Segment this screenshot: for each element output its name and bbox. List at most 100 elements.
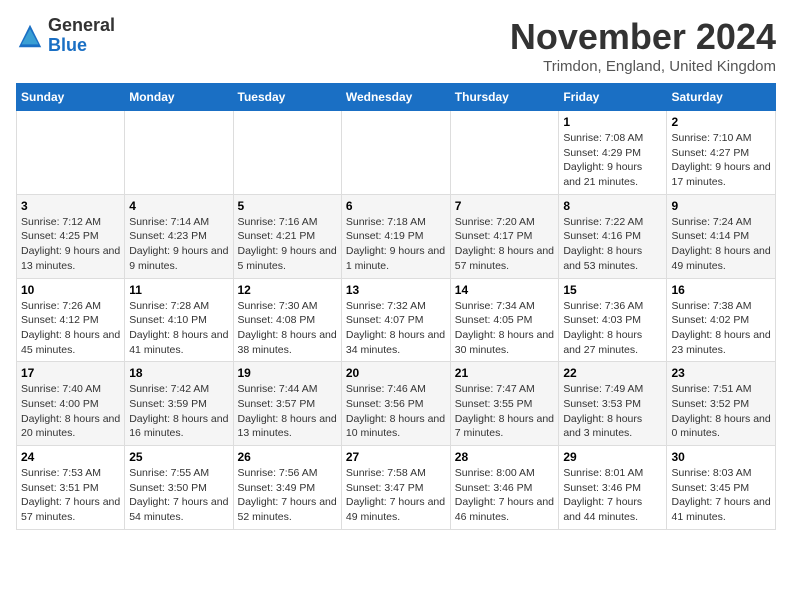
day-info: Sunrise: 7:30 AM Sunset: 4:08 PM Dayligh…	[238, 299, 337, 358]
calendar-cell	[341, 111, 450, 195]
column-header-thursday: Thursday	[450, 84, 559, 111]
week-row-4: 17 Sunrise: 7:40 AM Sunset: 4:00 PM Dayli…	[17, 362, 776, 446]
day-info: Sunrise: 7:58 AM Sunset: 3:47 PM Dayligh…	[346, 466, 446, 525]
day-number: 24	[21, 450, 120, 464]
logo: General Blue	[16, 16, 115, 56]
calendar-cell: 19 Sunrise: 7:44 AM Sunset: 3:57 PM Dayli…	[233, 362, 341, 446]
calendar-cell: 14Sunrise: 7:34 AM Sunset: 4:05 PM Dayli…	[450, 278, 559, 362]
calendar-cell: 13 Sunrise: 7:32 AM Sunset: 4:07 PM Dayli…	[341, 278, 450, 362]
calendar-cell: 27 Sunrise: 7:58 AM Sunset: 3:47 PM Dayli…	[341, 446, 450, 530]
day-number: 25	[129, 450, 228, 464]
day-info: Sunrise: 7:36 AM Sunset: 4:03 PM Dayligh…	[563, 299, 662, 358]
month-title: November 2024	[510, 16, 776, 58]
day-info: Sunrise: 7:12 AM Sunset: 4:25 PM Dayligh…	[21, 215, 120, 274]
location-subtitle: Trimdon, England, United Kingdom	[510, 58, 776, 75]
day-info: Sunrise: 7:24 AM Sunset: 4:14 PM Dayligh…	[671, 215, 771, 274]
day-number: 15	[563, 283, 662, 297]
day-number: 16	[671, 283, 771, 297]
calendar-cell: 9 Sunrise: 7:24 AM Sunset: 4:14 PM Daylig…	[667, 194, 776, 278]
day-number: 5	[238, 199, 337, 213]
day-number: 12	[238, 283, 337, 297]
calendar-cell: 2 Sunrise: 7:10 AM Sunset: 4:27 PM Daylig…	[667, 111, 776, 195]
calendar-cell: 25 Sunrise: 7:55 AM Sunset: 3:50 PM Dayli…	[125, 446, 233, 530]
day-number: 2	[671, 115, 771, 129]
title-block: November 2024 Trimdon, England, United K…	[510, 16, 776, 75]
day-info: Sunrise: 7:47 AM Sunset: 3:55 PM Dayligh…	[455, 382, 555, 441]
day-number: 10	[21, 283, 120, 297]
day-number: 26	[238, 450, 337, 464]
calendar-cell: 23Sunrise: 7:51 AM Sunset: 3:52 PM Dayli…	[667, 362, 776, 446]
calendar-header: SundayMondayTuesdayWednesdayThursdayFrid…	[17, 84, 776, 111]
day-info: Sunrise: 7:08 AM Sunset: 4:29 PM Dayligh…	[563, 131, 662, 190]
day-info: Sunrise: 7:51 AM Sunset: 3:52 PM Dayligh…	[671, 382, 771, 441]
day-info: Sunrise: 7:49 AM Sunset: 3:53 PM Dayligh…	[563, 382, 662, 441]
column-header-tuesday: Tuesday	[233, 84, 341, 111]
day-number: 21	[455, 366, 555, 380]
calendar-table: SundayMondayTuesdayWednesdayThursdayFrid…	[16, 83, 776, 530]
day-number: 8	[563, 199, 662, 213]
day-info: Sunrise: 7:14 AM Sunset: 4:23 PM Dayligh…	[129, 215, 228, 274]
calendar-cell: 29Sunrise: 8:01 AM Sunset: 3:46 PM Dayli…	[559, 446, 667, 530]
column-header-friday: Friday	[559, 84, 667, 111]
calendar-cell: 5Sunrise: 7:16 AM Sunset: 4:21 PM Daylig…	[233, 194, 341, 278]
calendar-cell: 10 Sunrise: 7:26 AM Sunset: 4:12 PM Dayli…	[17, 278, 125, 362]
day-info: Sunrise: 7:10 AM Sunset: 4:27 PM Dayligh…	[671, 131, 771, 190]
day-info: Sunrise: 7:46 AM Sunset: 3:56 PM Dayligh…	[346, 382, 446, 441]
column-header-saturday: Saturday	[667, 84, 776, 111]
logo-general-text: General	[48, 15, 115, 35]
day-info: Sunrise: 7:56 AM Sunset: 3:49 PM Dayligh…	[238, 466, 337, 525]
calendar-cell: 17 Sunrise: 7:40 AM Sunset: 4:00 PM Dayli…	[17, 362, 125, 446]
day-info: Sunrise: 7:26 AM Sunset: 4:12 PM Dayligh…	[21, 299, 120, 358]
calendar-cell: 15 Sunrise: 7:36 AM Sunset: 4:03 PM Dayli…	[559, 278, 667, 362]
calendar-cell: 7Sunrise: 7:20 AM Sunset: 4:17 PM Daylig…	[450, 194, 559, 278]
column-header-monday: Monday	[125, 84, 233, 111]
day-info: Sunrise: 7:28 AM Sunset: 4:10 PM Dayligh…	[129, 299, 228, 358]
day-number: 6	[346, 199, 446, 213]
week-row-2: 3 Sunrise: 7:12 AM Sunset: 4:25 PM Daylig…	[17, 194, 776, 278]
day-info: Sunrise: 7:42 AM Sunset: 3:59 PM Dayligh…	[129, 382, 228, 441]
calendar-cell: 3 Sunrise: 7:12 AM Sunset: 4:25 PM Daylig…	[17, 194, 125, 278]
day-number: 17	[21, 366, 120, 380]
day-info: Sunrise: 7:22 AM Sunset: 4:16 PM Dayligh…	[563, 215, 662, 274]
calendar-cell	[17, 111, 125, 195]
calendar-cell: 28 Sunrise: 8:00 AM Sunset: 3:46 PM Dayli…	[450, 446, 559, 530]
calendar-cell: 26 Sunrise: 7:56 AM Sunset: 3:49 PM Dayli…	[233, 446, 341, 530]
day-number: 18	[129, 366, 228, 380]
logo-icon	[16, 22, 44, 50]
day-number: 29	[563, 450, 662, 464]
header-row: SundayMondayTuesdayWednesdayThursdayFrid…	[17, 84, 776, 111]
day-number: 1	[563, 115, 662, 129]
day-info: Sunrise: 7:55 AM Sunset: 3:50 PM Dayligh…	[129, 466, 228, 525]
day-number: 4	[129, 199, 228, 213]
calendar-cell: 20Sunrise: 7:46 AM Sunset: 3:56 PM Dayli…	[341, 362, 450, 446]
day-number: 13	[346, 283, 446, 297]
day-info: Sunrise: 8:03 AM Sunset: 3:45 PM Dayligh…	[671, 466, 771, 525]
week-row-3: 10 Sunrise: 7:26 AM Sunset: 4:12 PM Dayli…	[17, 278, 776, 362]
day-number: 30	[671, 450, 771, 464]
day-info: Sunrise: 7:18 AM Sunset: 4:19 PM Dayligh…	[346, 215, 446, 274]
calendar-cell	[233, 111, 341, 195]
calendar-cell: 1 Sunrise: 7:08 AM Sunset: 4:29 PM Daylig…	[559, 111, 667, 195]
day-number: 7	[455, 199, 555, 213]
day-info: Sunrise: 7:53 AM Sunset: 3:51 PM Dayligh…	[21, 466, 120, 525]
day-info: Sunrise: 8:00 AM Sunset: 3:46 PM Dayligh…	[455, 466, 555, 525]
day-info: Sunrise: 7:44 AM Sunset: 3:57 PM Dayligh…	[238, 382, 337, 441]
day-number: 22	[563, 366, 662, 380]
day-number: 27	[346, 450, 446, 464]
day-info: Sunrise: 7:38 AM Sunset: 4:02 PM Dayligh…	[671, 299, 771, 358]
calendar-cell: 11Sunrise: 7:28 AM Sunset: 4:10 PM Dayli…	[125, 278, 233, 362]
day-number: 3	[21, 199, 120, 213]
calendar-cell: 22 Sunrise: 7:49 AM Sunset: 3:53 PM Dayli…	[559, 362, 667, 446]
week-row-1: 1 Sunrise: 7:08 AM Sunset: 4:29 PM Daylig…	[17, 111, 776, 195]
page-header: General Blue November 2024 Trimdon, Engl…	[16, 16, 776, 75]
logo-blue-text: Blue	[48, 35, 87, 55]
day-number: 19	[238, 366, 337, 380]
day-info: Sunrise: 7:32 AM Sunset: 4:07 PM Dayligh…	[346, 299, 446, 358]
calendar-cell	[450, 111, 559, 195]
day-number: 28	[455, 450, 555, 464]
day-info: Sunrise: 7:40 AM Sunset: 4:00 PM Dayligh…	[21, 382, 120, 441]
calendar-cell: 4 Sunrise: 7:14 AM Sunset: 4:23 PM Daylig…	[125, 194, 233, 278]
calendar-cell: 18 Sunrise: 7:42 AM Sunset: 3:59 PM Dayli…	[125, 362, 233, 446]
day-number: 9	[671, 199, 771, 213]
calendar-cell: 8 Sunrise: 7:22 AM Sunset: 4:16 PM Daylig…	[559, 194, 667, 278]
